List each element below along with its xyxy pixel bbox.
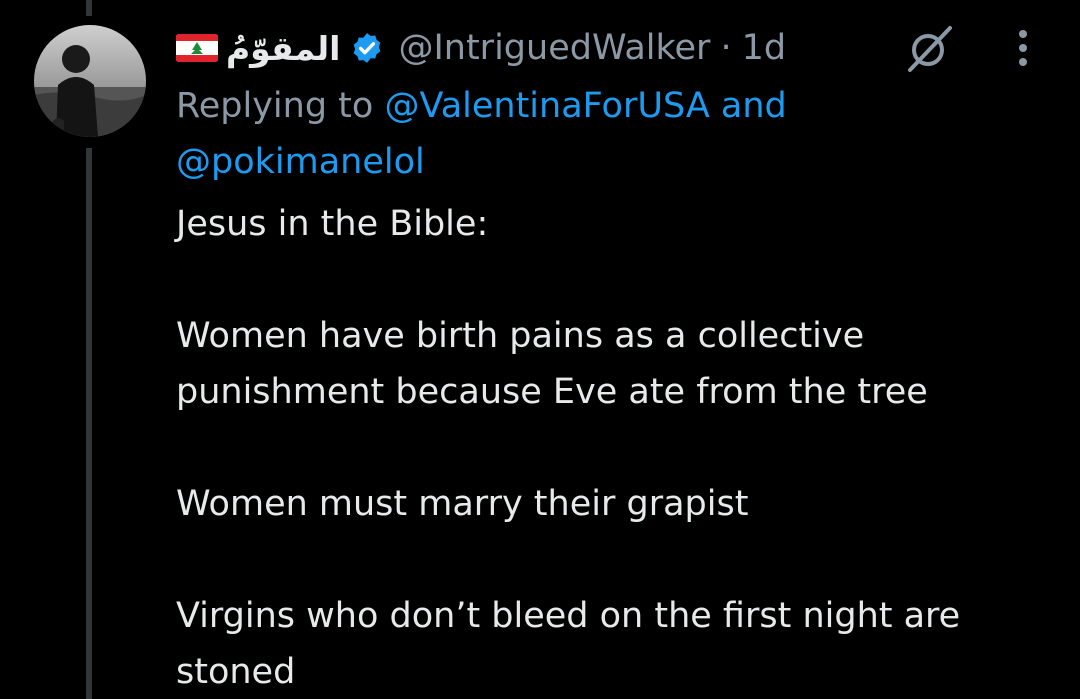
grok-icon[interactable] [902,20,958,76]
timestamp[interactable]: 1d [742,28,787,68]
mention-link[interactable]: @ValentinaForUSA [384,86,709,126]
thread-connector-top [86,0,92,16]
tweet-paragraph: Virgins who don’t bleed on the first nig… [176,596,961,692]
tweet-screenshot: المقوّمُ @IntriguedWalker · 1d Replying … [0,0,1080,699]
mention-link[interactable]: @pokimanelol [176,142,425,182]
verified-badge-icon [350,31,384,65]
avatar[interactable] [34,25,146,137]
user-handle[interactable]: @IntriguedWalker [398,28,710,68]
tweet-paragraph: Women must marry their grapist [176,484,749,524]
replying-to: Replying to @ValentinaForUSA and @pokiman… [176,78,1056,190]
display-name[interactable]: المقوّمُ [226,29,340,68]
avatar-photo [34,25,146,137]
tweet-header: المقوّمُ @IntriguedWalker · 1d [176,20,786,76]
separator-dot: · [720,28,732,68]
more-options-icon[interactable] [1008,26,1038,70]
tweet-text: Jesus in the Bible: Women have birth pai… [176,196,1056,699]
lebanon-flag-icon [176,34,218,62]
thread-connector-bottom [86,148,92,699]
replying-to-label: Replying to [176,86,374,126]
tweet-paragraph: Women have birth pains as a collective p… [176,316,928,412]
mention-conjunction: and [720,86,787,126]
tweet-paragraph: Jesus in the Bible: [176,204,489,244]
